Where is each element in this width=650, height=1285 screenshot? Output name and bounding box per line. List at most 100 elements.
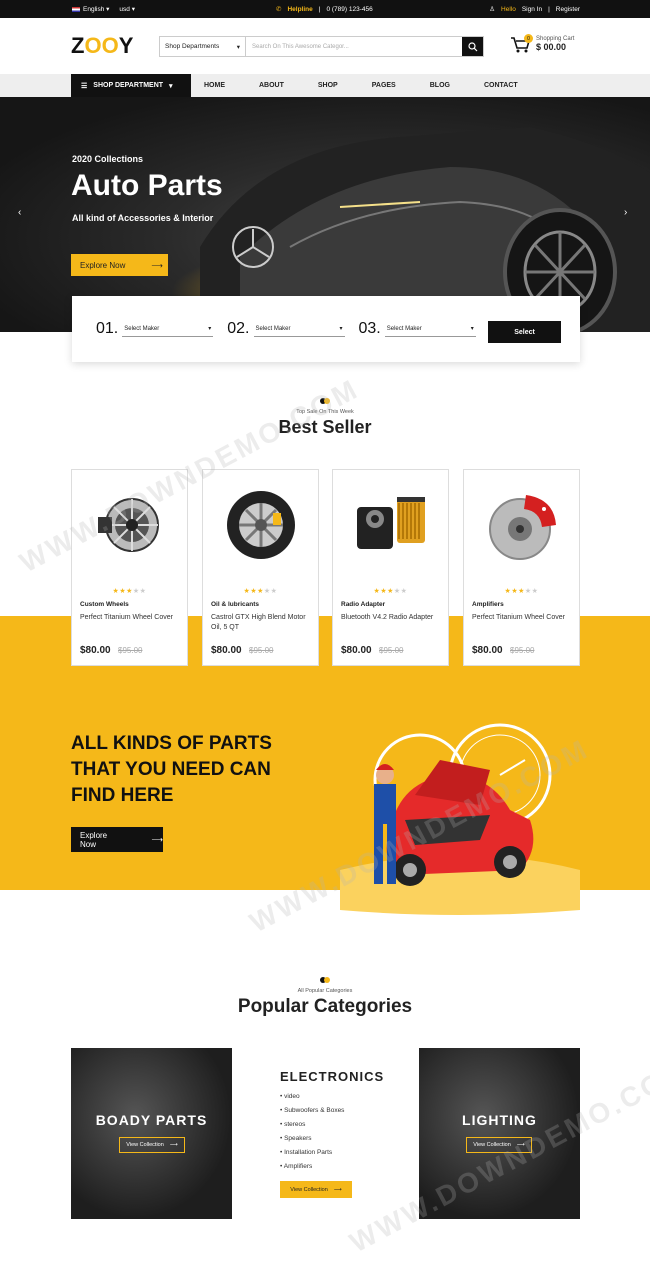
- oil-filter-icon: [357, 497, 425, 549]
- alternator-icon: [98, 498, 159, 552]
- cart-count-badge: 0: [524, 34, 533, 43]
- list-item[interactable]: • Installation Parts: [280, 1149, 384, 1156]
- maker-select[interactable]: Select Maker ▾: [384, 321, 476, 337]
- product-card[interactable]: ★★★★★ Oil & lubricants Castrol GTX High …: [202, 469, 319, 666]
- slider-prev-arrow-icon[interactable]: ‹: [18, 207, 21, 218]
- arrow-right-icon: ⟶: [151, 260, 163, 270]
- nav-menu: HOME ABOUT SHOP PAGES BLOG CONTACT: [204, 74, 552, 97]
- categories-title: Popular Categories: [237, 996, 413, 1017]
- product-name[interactable]: Bluetooth V4.2 Radio Adapter: [341, 613, 441, 623]
- helpline-phone[interactable]: 0 (789) 123-456: [326, 6, 372, 13]
- list-item-label: video: [284, 1093, 300, 1100]
- slider-next-arrow-icon[interactable]: ›: [624, 207, 627, 218]
- shopping-cart[interactable]: 0 Shopping Cart $ 00.00: [510, 34, 574, 54]
- button-label: View Collection: [126, 1142, 164, 1148]
- logo-letter: Z: [71, 33, 85, 58]
- search-button[interactable]: [462, 37, 483, 56]
- category-title: LIGHTING: [462, 1112, 537, 1128]
- product-old-price: $95.00: [510, 646, 535, 655]
- maker-select[interactable]: Select Maker ▾: [122, 321, 214, 337]
- nav-item-home[interactable]: HOME: [204, 82, 225, 89]
- bestseller-eyebrow: Top Sale On This Week: [296, 409, 354, 415]
- signin-link[interactable]: Sign In: [522, 6, 542, 13]
- select-label: Select Maker: [255, 325, 291, 332]
- arrow-right-icon: ⟶: [516, 1142, 525, 1148]
- top-bar: English ▾ usd ▾ ✆ Helpline | 0 (789) 123…: [0, 0, 650, 18]
- product-name[interactable]: Perfect Titanium Wheel Cover: [80, 613, 180, 623]
- promo-line: FIND HERE: [71, 785, 174, 806]
- finder-select-button[interactable]: Select: [488, 321, 561, 343]
- product-name[interactable]: Castrol GTX High Blend Motor Oil, 5 QT: [211, 613, 311, 633]
- product-old-price: $95.00: [379, 646, 404, 655]
- category-electronics: ELECTRONICS • video • Subwoofers & Boxes…: [280, 1069, 385, 1198]
- category-title: ELECTRONICS: [280, 1069, 385, 1084]
- shop-department-label: SHOP DEPARTMENT: [93, 82, 164, 89]
- rating-stars: ★★★★★: [112, 588, 147, 595]
- product-category: Radio Adapter: [341, 601, 386, 608]
- search-bar: Shop Departments ▾ Search On This Awesome…: [159, 36, 484, 57]
- hero-subtitle: 2020 Collections: [72, 154, 144, 164]
- promo-heading: ALL KINDS OF PARTS THAT YOU NEED CAN FIN…: [71, 731, 272, 809]
- list-item[interactable]: • Subwoofers & Boxes: [280, 1107, 384, 1114]
- nav-item-pages[interactable]: PAGES: [372, 82, 396, 89]
- register-link[interactable]: Register: [556, 6, 580, 13]
- nav-item-shop[interactable]: SHOP: [318, 82, 338, 89]
- chevron-down-icon: ▾: [236, 43, 240, 51]
- divider: |: [548, 5, 550, 13]
- nav-item-about[interactable]: ABOUT: [259, 82, 284, 89]
- list-item[interactable]: • stereos: [280, 1121, 384, 1128]
- brake-disc-icon: [489, 495, 556, 560]
- logo-letter: Y: [118, 33, 134, 58]
- view-collection-button[interactable]: View Collection ⟶: [119, 1137, 185, 1153]
- list-item[interactable]: • video: [280, 1093, 384, 1100]
- categories-eyebrow: All Popular Categories: [297, 988, 353, 994]
- product-card[interactable]: ★★★★★ Custom Wheels Perfect Titanium Whe…: [71, 469, 188, 666]
- hamburger-icon: ☰: [81, 82, 88, 90]
- list-item[interactable]: • Amplifiers: [280, 1163, 384, 1170]
- category-card-lighting[interactable]: LIGHTING View Collection ⟶: [419, 1048, 580, 1219]
- step-number: 01.: [96, 320, 119, 337]
- arrow-right-icon: ⟶: [151, 835, 163, 844]
- language-label: English: [83, 6, 105, 13]
- list-item-label: Speakers: [284, 1135, 312, 1142]
- product-card[interactable]: ★★★★★ Amplifiers Perfect Titanium Wheel …: [463, 469, 580, 666]
- product-price: $80.00: [211, 645, 242, 656]
- view-collection-button[interactable]: View Collection ⟶: [280, 1181, 352, 1198]
- button-label: View Collection: [473, 1142, 511, 1148]
- chevron-down-icon: ▾: [339, 326, 343, 332]
- product-category: Custom Wheels: [80, 601, 129, 608]
- product-name[interactable]: Perfect Titanium Wheel Cover: [472, 613, 572, 623]
- section-dots-icon: [0, 398, 650, 404]
- cart-info: Shopping Cart $ 00.00: [536, 36, 574, 54]
- divider: |: [318, 5, 321, 13]
- hello-label: Hello: [501, 5, 516, 13]
- hero-explore-button[interactable]: Explore Now ⟶: [71, 254, 168, 276]
- product-category: Amplifiers: [472, 601, 504, 608]
- helpline: ✆ Helpline | 0 (789) 123-456: [276, 5, 373, 14]
- site-logo[interactable]: ZOOY: [71, 33, 133, 59]
- arrow-right-icon: ⟶: [169, 1142, 178, 1148]
- language-select[interactable]: English ▾: [72, 5, 109, 13]
- list-item-label: Installation Parts: [284, 1149, 333, 1156]
- view-collection-button[interactable]: View Collection ⟶: [466, 1137, 532, 1153]
- product-card[interactable]: ★★★★★ Radio Adapter Bluetooth V4.2 Radio…: [332, 469, 449, 666]
- hero-title: Auto Parts: [71, 169, 223, 202]
- us-flag-icon: [72, 6, 80, 12]
- mechanic-car-illustration: [340, 723, 580, 915]
- list-item[interactable]: • Speakers: [280, 1135, 384, 1142]
- nav-item-contact[interactable]: CONTACT: [484, 82, 518, 89]
- product-old-price: $95.00: [118, 646, 143, 655]
- list-item-label: stereos: [284, 1121, 306, 1128]
- promo-explore-button[interactable]: Explore Now ⟶: [71, 827, 163, 852]
- department-select[interactable]: Shop Departments ▾: [160, 37, 246, 56]
- user-icon: ♙: [489, 6, 496, 13]
- shop-department-button[interactable]: ☰ SHOP DEPARTMENT ▾: [71, 74, 191, 97]
- maker-select[interactable]: Select Maker ▾: [253, 321, 345, 337]
- currency-select[interactable]: usd ▾: [119, 5, 135, 13]
- finder-step: 03. Select Maker ▾: [359, 320, 476, 338]
- product-category: Oil & lubricants: [211, 601, 260, 608]
- currency-label: usd: [119, 6, 130, 13]
- nav-item-blog[interactable]: BLOG: [430, 82, 450, 89]
- category-card-body-parts[interactable]: BOADY PARTS View Collection ⟶: [71, 1048, 232, 1219]
- search-input[interactable]: Search On This Awesome Categor...: [246, 37, 462, 56]
